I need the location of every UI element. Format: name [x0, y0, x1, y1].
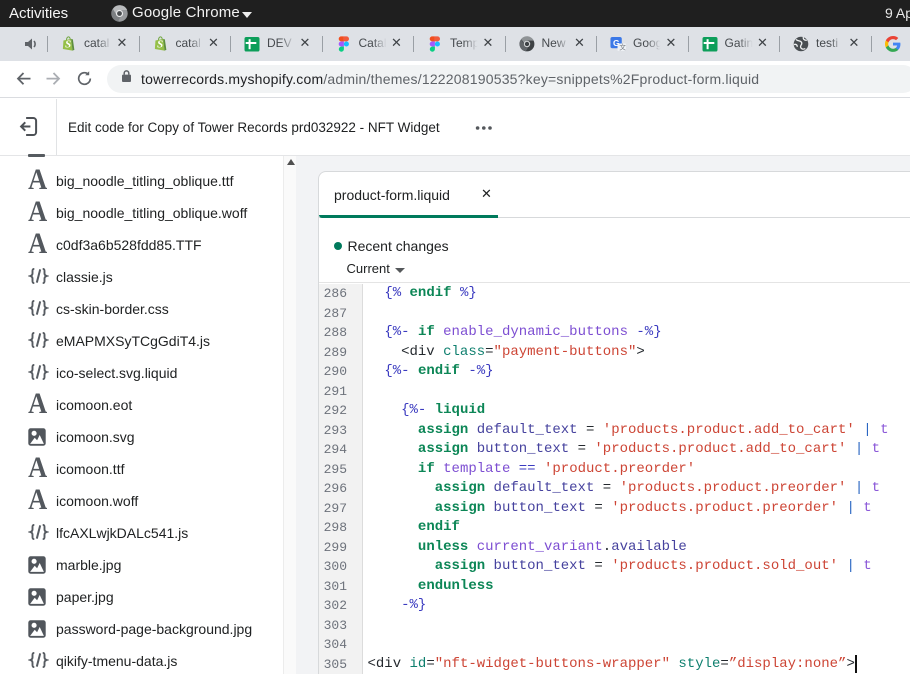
svg-text:S: S [157, 39, 163, 51]
svg-text:文: 文 [619, 43, 626, 52]
svg-text:S: S [65, 39, 71, 51]
